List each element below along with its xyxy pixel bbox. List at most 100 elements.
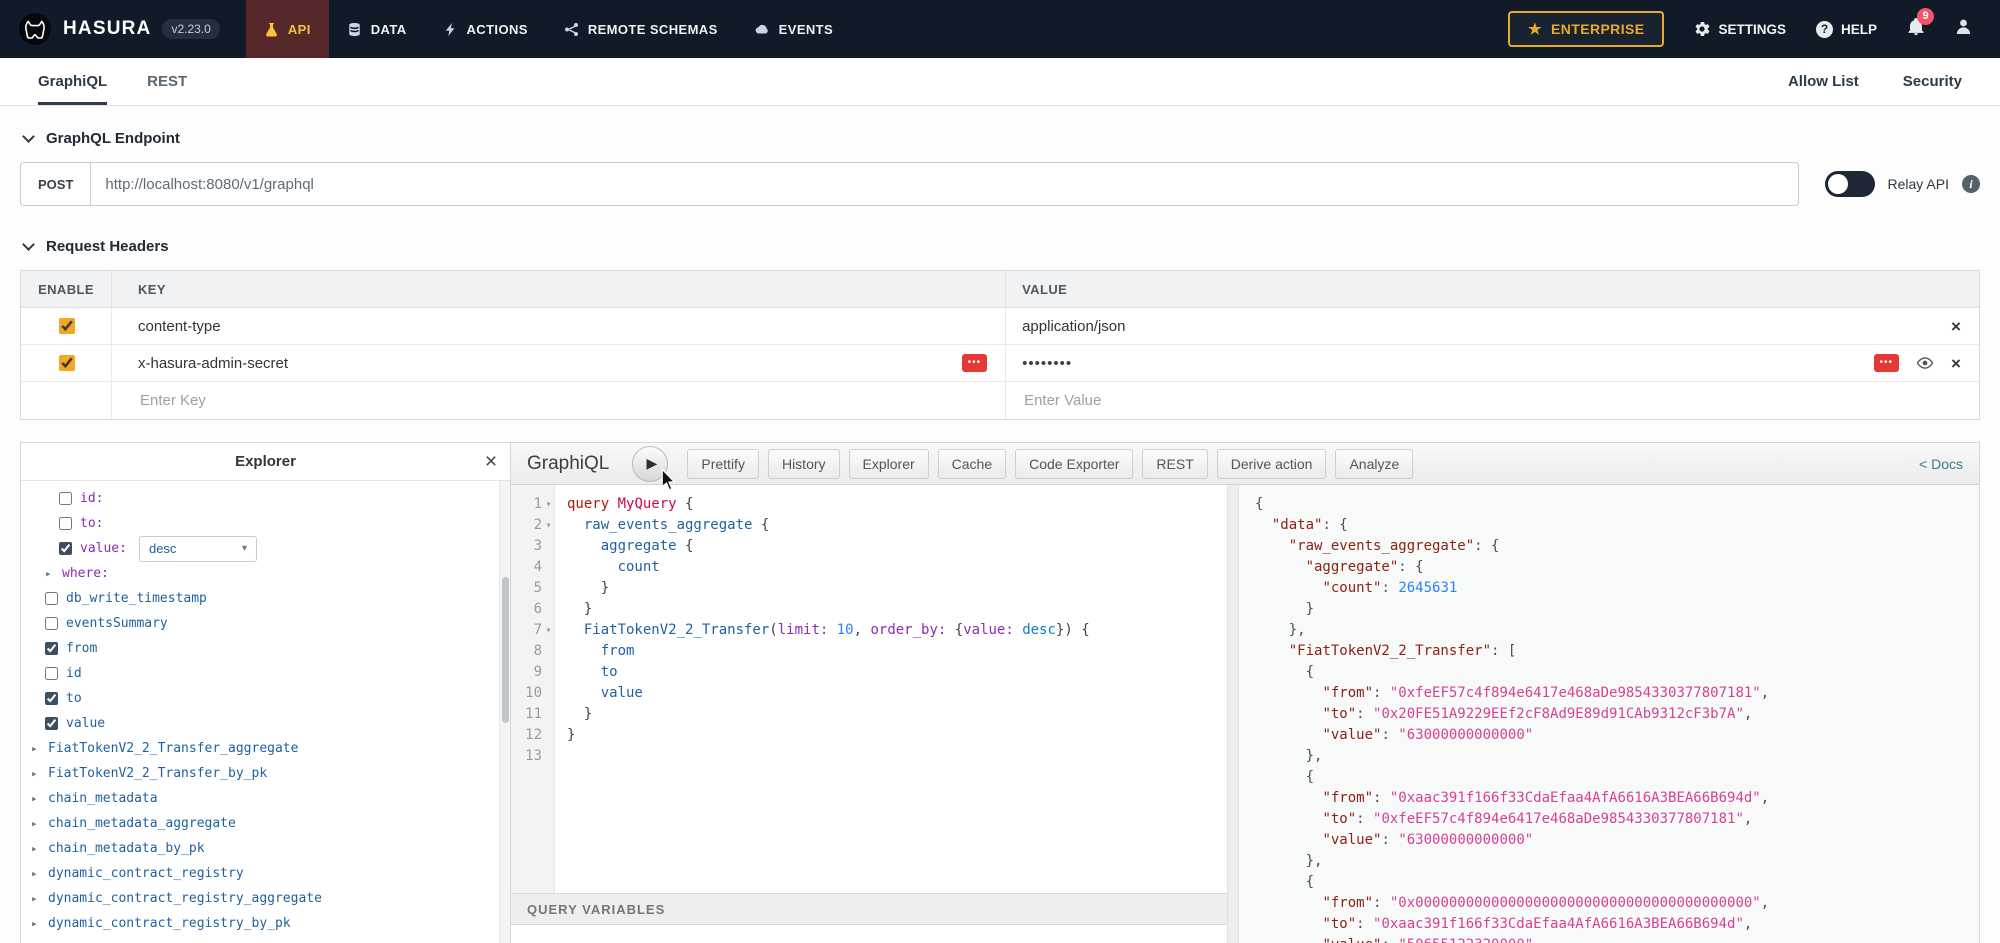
- field-checkbox[interactable]: [45, 642, 58, 655]
- tab-graphiql[interactable]: GraphiQL: [38, 58, 107, 105]
- expand-arrow-icon[interactable]: ▸: [31, 842, 45, 855]
- explorer-item-label[interactable]: FiatTokenV2_2_Transfer_by_pk: [48, 766, 267, 781]
- explorer-item-from[interactable]: from: [21, 636, 510, 661]
- nav-item-events[interactable]: EVENTS: [736, 0, 851, 58]
- field-checkbox[interactable]: [59, 542, 72, 555]
- info-icon[interactable]: i: [1962, 175, 1980, 193]
- explorer-item-FiatTokenV2_2_Transfer_by_pk[interactable]: ▸FiatTokenV2_2_Transfer_by_pk: [21, 761, 510, 786]
- expand-arrow-icon[interactable]: ▸: [45, 567, 59, 580]
- chevron-down-icon[interactable]: [22, 238, 35, 251]
- explorer-item-id[interactable]: id: [21, 661, 510, 686]
- header-enable-checkbox[interactable]: [59, 355, 75, 371]
- explorer-item-value[interactable]: value: [21, 711, 510, 736]
- toolbar-button-cache[interactable]: Cache: [938, 449, 1006, 479]
- toolbar-button-derive-action[interactable]: Derive action: [1217, 449, 1327, 479]
- header-value[interactable]: application/json: [1022, 318, 1125, 335]
- explorer-item-to[interactable]: to: [21, 686, 510, 711]
- toolbar-button-code-exporter[interactable]: Code Exporter: [1015, 449, 1133, 479]
- tab-rest[interactable]: REST: [147, 58, 187, 105]
- scrollbar-thumb[interactable]: [502, 577, 509, 723]
- explorer-item-label[interactable]: eventsSummary: [66, 616, 168, 631]
- explorer-item-dynamic_contract_registry_by_pk[interactable]: ▸dynamic_contract_registry_by_pk: [21, 911, 510, 936]
- expand-arrow-icon[interactable]: ▸: [31, 867, 45, 880]
- fold-arrow-icon[interactable]: ▾: [542, 494, 555, 515]
- editor-scrollbar[interactable]: [1227, 485, 1239, 943]
- explorer-item-FiatTokenV2_2_Transfer_aggregate[interactable]: ▸FiatTokenV2_2_Transfer_aggregate: [21, 736, 510, 761]
- fold-arrow-icon[interactable]: ▾: [542, 620, 555, 641]
- docs-link[interactable]: < Docs: [1919, 456, 1963, 472]
- header-enable-checkbox[interactable]: [59, 318, 75, 334]
- field-checkbox[interactable]: [45, 667, 58, 680]
- explorer-item-label[interactable]: to:: [80, 516, 103, 531]
- relay-api-toggle[interactable]: [1825, 171, 1875, 197]
- explorer-item-dynamic_contract_registry_aggregate[interactable]: ▸dynamic_contract_registry_aggregate: [21, 886, 510, 911]
- reveal-value-icon[interactable]: [1916, 354, 1934, 372]
- execute-query-button[interactable]: ▶: [632, 446, 668, 482]
- explorer-item-label[interactable]: from: [66, 641, 97, 656]
- explorer-item-label[interactable]: value: [66, 716, 105, 731]
- new-header-value-input[interactable]: [1022, 391, 1886, 410]
- notifications-button[interactable]: 9: [1907, 18, 1925, 41]
- nav-item-api[interactable]: API: [246, 0, 329, 58]
- toolbar-button-analyze[interactable]: Analyze: [1335, 449, 1413, 479]
- toolbar-button-prettify[interactable]: Prettify: [687, 449, 759, 479]
- explorer-item-label[interactable]: dynamic_contract_registry_by_pk: [48, 916, 291, 931]
- explorer-item-where[interactable]: ▸where:: [21, 561, 510, 586]
- settings-button[interactable]: SETTINGS: [1694, 21, 1786, 37]
- explorer-item-label[interactable]: chain_metadata_aggregate: [48, 816, 236, 831]
- query-variables-editor[interactable]: [511, 925, 1227, 943]
- explorer-item-eventsSummary[interactable]: eventsSummary: [21, 611, 510, 636]
- new-header-key-input[interactable]: [138, 391, 919, 410]
- chevron-down-icon[interactable]: [22, 130, 35, 143]
- field-checkbox[interactable]: [59, 517, 72, 530]
- explorer-item-label[interactable]: where:: [62, 566, 109, 581]
- field-checkbox[interactable]: [45, 717, 58, 730]
- toolbar-button-rest[interactable]: REST: [1142, 449, 1207, 479]
- expand-arrow-icon[interactable]: ▸: [31, 742, 45, 755]
- explorer-item-chain_metadata_aggregate[interactable]: ▸chain_metadata_aggregate: [21, 811, 510, 836]
- user-menu-button[interactable]: [1955, 18, 1972, 40]
- explorer-scrollbar[interactable]: [499, 481, 510, 943]
- field-checkbox[interactable]: [45, 692, 58, 705]
- graphql-endpoint-input[interactable]: [90, 162, 1798, 206]
- toolbar-button-explorer[interactable]: Explorer: [849, 449, 929, 479]
- explorer-item-label[interactable]: db_write_timestamp: [66, 591, 207, 606]
- explorer-item-db_write_timestamp[interactable]: db_write_timestamp: [21, 586, 510, 611]
- remove-header-icon[interactable]: ×: [1951, 318, 1961, 335]
- explorer-item-label[interactable]: dynamic_contract_registry_aggregate: [48, 891, 322, 906]
- expand-arrow-icon[interactable]: ▸: [31, 817, 45, 830]
- header-value[interactable]: ••••••••: [1022, 355, 1072, 372]
- expand-arrow-icon[interactable]: ▸: [31, 892, 45, 905]
- expand-arrow-icon[interactable]: ▸: [31, 917, 45, 930]
- explorer-item-dynamic_contract_registry[interactable]: ▸dynamic_contract_registry: [21, 861, 510, 886]
- expand-arrow-icon[interactable]: ▸: [31, 767, 45, 780]
- explorer-item-label[interactable]: to: [66, 691, 82, 706]
- fold-arrow-icon[interactable]: ▾: [542, 515, 555, 536]
- explorer-item-id[interactable]: id:: [21, 486, 510, 511]
- header-key[interactable]: x-hasura-admin-secret: [138, 355, 288, 372]
- field-checkbox[interactable]: [45, 617, 58, 630]
- explorer-item-to[interactable]: to:: [21, 511, 510, 536]
- nav-item-data[interactable]: DATA: [329, 0, 425, 58]
- field-checkbox[interactable]: [59, 492, 72, 505]
- explorer-item-chain_metadata[interactable]: ▸chain_metadata: [21, 786, 510, 811]
- explorer-item-chain_metadata_by_pk[interactable]: ▸chain_metadata_by_pk: [21, 836, 510, 861]
- expand-arrow-icon[interactable]: ▸: [31, 792, 45, 805]
- toolbar-button-history[interactable]: History: [768, 449, 840, 479]
- order-direction-select[interactable]: desc▾: [139, 536, 257, 562]
- explorer-close-icon[interactable]: ×: [472, 450, 510, 474]
- brand[interactable]: HASURA v2.23.0: [0, 0, 238, 58]
- explorer-item-label[interactable]: id:: [80, 491, 103, 506]
- field-checkbox[interactable]: [45, 592, 58, 605]
- link-security[interactable]: Security: [1903, 73, 1962, 90]
- link-allow-list[interactable]: Allow List: [1788, 73, 1859, 90]
- header-key[interactable]: content-type: [138, 318, 221, 335]
- remove-header-icon[interactable]: ×: [1951, 355, 1961, 372]
- query-variables-bar[interactable]: QUERY VARIABLES: [511, 893, 1227, 925]
- nav-item-remote-schemas[interactable]: REMOTE SCHEMAS: [546, 0, 736, 58]
- explorer-item-label[interactable]: chain_metadata: [48, 791, 158, 806]
- explorer-item-label[interactable]: chain_metadata_by_pk: [48, 841, 205, 856]
- enterprise-button[interactable]: ★ ENTERPRISE: [1508, 11, 1664, 47]
- nav-item-actions[interactable]: ACTIONS: [425, 0, 546, 58]
- explorer-item-label[interactable]: FiatTokenV2_2_Transfer_aggregate: [48, 741, 298, 756]
